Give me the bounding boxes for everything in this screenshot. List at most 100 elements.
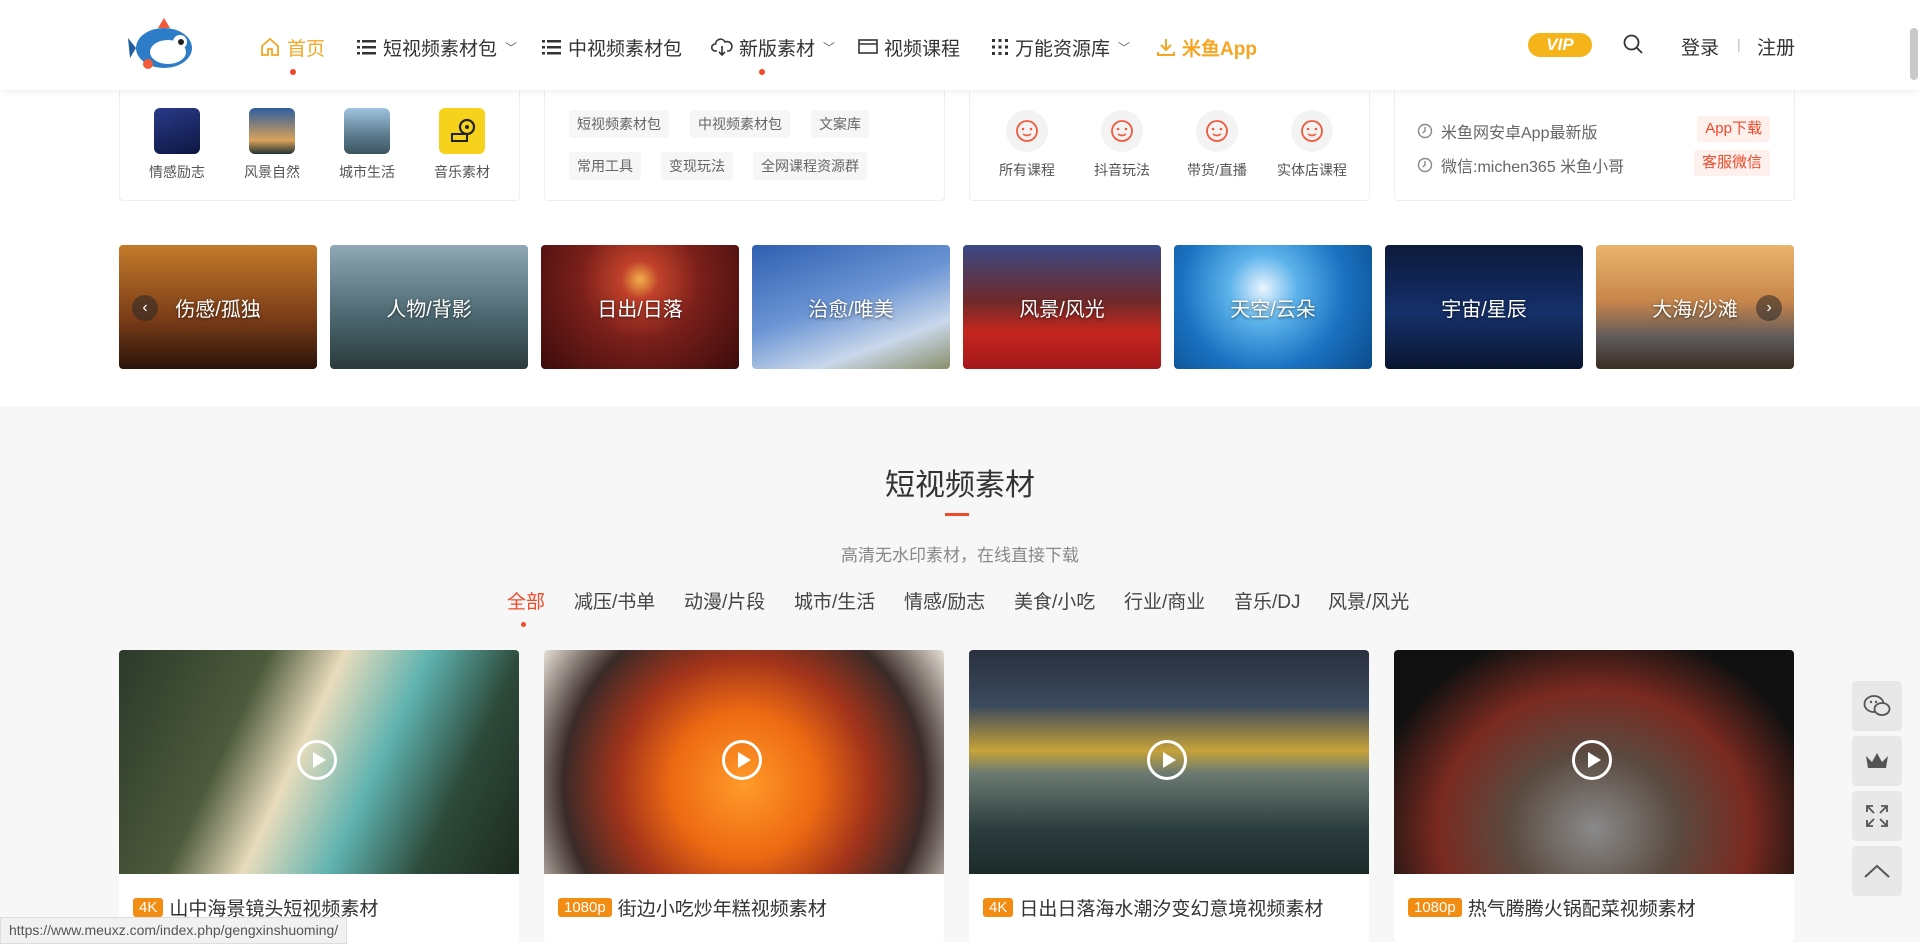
nav-video-courses[interactable]: 视频课程: [858, 32, 960, 62]
nav-new-label: 新版素材: [739, 38, 816, 60]
category-city[interactable]: 城市生活: [332, 108, 402, 182]
carousel-tile-label: 治愈/唯美: [808, 298, 894, 321]
float-wechat-button[interactable]: [1852, 681, 1902, 731]
carousel-tile[interactable]: 宇宙/星辰: [1385, 245, 1583, 369]
vip-badge[interactable]: VIP: [1528, 33, 1592, 57]
chevron-down-icon: ﹀: [823, 40, 836, 55]
course-live-label: 带货/直播: [1187, 162, 1247, 178]
carousel-tile-label: 日出/日落: [597, 298, 683, 321]
course-all[interactable]: 所有课程: [982, 110, 1072, 180]
carousel-tile[interactable]: 治愈/唯美: [752, 245, 950, 369]
tag-monetize[interactable]: 变现玩法: [661, 152, 733, 180]
chevron-down-icon: ﹀: [505, 40, 518, 55]
tag-course-group[interactable]: 全网课程资源群: [753, 152, 867, 180]
login-link[interactable]: 登录: [1681, 33, 1719, 60]
crown-icon: [1866, 753, 1888, 768]
monitor-icon: [858, 39, 878, 54]
filter-tab[interactable]: 减压/书单: [574, 587, 655, 614]
filter-active-dot: [521, 622, 526, 627]
quality-badge: 4K: [983, 898, 1014, 917]
register-link[interactable]: 注册: [1757, 33, 1795, 60]
tag-short-video-pack[interactable]: 短视频素材包: [569, 110, 669, 138]
carousel-tile[interactable]: 日出/日落: [541, 245, 739, 369]
category-emotion[interactable]: 情感励志: [142, 108, 212, 182]
filter-tab-all[interactable]: 全部: [507, 587, 545, 614]
nav-new-materials[interactable]: 新版素材 ﹀: [711, 32, 835, 62]
course-all-label: 所有课程: [999, 162, 1055, 178]
section-title: 短视频素材: [885, 469, 1035, 502]
float-fullscreen-button[interactable]: [1852, 791, 1902, 841]
category-music[interactable]: 音乐素材: [427, 108, 497, 182]
logo-fish-icon[interactable]: [128, 16, 198, 74]
clock-icon: [1417, 157, 1433, 173]
top-navbar: 首页 短视频素材包 ﹀ 中视频素材包 新版素材 ﹀ 视频课程 万能资源库 ﹀ 米…: [0, 0, 1920, 90]
filter-tab[interactable]: 行业/商业: [1124, 587, 1205, 614]
scrollbar-thumb[interactable]: [1910, 28, 1918, 80]
emotion-icon: [154, 108, 200, 154]
quality-badge: 4K: [133, 898, 164, 917]
carousel-tile-label: 天空/云朵: [1230, 298, 1316, 321]
carousel-tile[interactable]: 人物/背影: [330, 245, 528, 369]
section-title-underline: [945, 513, 969, 516]
nav-app-download[interactable]: 米鱼App: [1156, 32, 1257, 62]
video-card-title[interactable]: 1080p 热气腾腾火锅配菜视频素材: [1408, 894, 1696, 921]
filter-tab[interactable]: 动漫/片段: [684, 587, 765, 614]
filter-tab[interactable]: 美食/小吃: [1014, 587, 1095, 614]
filter-tab[interactable]: 风景/风光: [1328, 587, 1409, 614]
clock-icon: [1417, 123, 1433, 139]
play-icon[interactable]: [1147, 740, 1187, 780]
list-icon: [542, 40, 561, 55]
carousel-next-button[interactable]: ›: [1756, 295, 1782, 321]
scenery-icon: [249, 108, 295, 154]
carousel-tile[interactable]: 天空/云朵: [1174, 245, 1372, 369]
filter-tab[interactable]: 音乐/DJ: [1234, 587, 1301, 614]
float-back-to-top-button[interactable]: [1852, 846, 1902, 896]
tag-mid-video-pack[interactable]: 中视频素材包: [690, 110, 790, 138]
video-card[interactable]: 1080p 热气腾腾火锅配菜视频素材: [1394, 650, 1794, 942]
carousel-tile-label: 宇宙/星辰: [1441, 298, 1527, 321]
course-douyin[interactable]: 抖音玩法: [1077, 110, 1167, 180]
video-card-title[interactable]: 1080p 街边小吃炒年糕视频素材: [558, 894, 827, 921]
play-icon[interactable]: [297, 740, 337, 780]
play-icon[interactable]: [722, 740, 762, 780]
tag-tools[interactable]: 常用工具: [569, 152, 641, 180]
carousel-tile-label: 人物/背影: [386, 298, 472, 321]
list-icon: [357, 40, 376, 55]
music-icon: [439, 108, 485, 154]
nav-active-dot: [290, 69, 296, 75]
wechat-service-button[interactable]: 客服微信: [1693, 150, 1770, 176]
video-card-title[interactable]: 4K 日出日落海水潮汐变幻意境视频素材: [983, 894, 1323, 921]
filter-tab[interactable]: 情感/励志: [904, 587, 985, 614]
info-wechat-text: 微信:michen365 米鱼小哥: [1441, 159, 1625, 176]
nav-short-video-pack[interactable]: 短视频素材包 ﹀: [357, 32, 517, 62]
pig-face-icon: [1006, 110, 1048, 152]
app-download-button[interactable]: App下载: [1697, 116, 1770, 142]
video-card[interactable]: 4K 日出日落海水潮汐变幻意境视频素材: [969, 650, 1369, 942]
course-live[interactable]: 带货/直播: [1172, 110, 1262, 180]
play-icon[interactable]: [1572, 740, 1612, 780]
download-icon: [1157, 39, 1175, 56]
info-box: 米鱼网安卓App最新版 App下载 微信:michen365 米鱼小哥 客服微信: [1394, 88, 1795, 201]
nav-home[interactable]: 首页: [259, 32, 325, 62]
nav-resource-library[interactable]: 万能资源库 ﹀: [991, 32, 1130, 62]
category-scenery[interactable]: 风景自然: [237, 108, 307, 182]
nav-mid-video-pack[interactable]: 中视频素材包: [542, 32, 682, 62]
float-vip-button[interactable]: [1852, 736, 1902, 786]
grid-icon: [992, 39, 1008, 55]
expand-icon: [1866, 805, 1888, 827]
pig-face-icon: [1196, 110, 1238, 152]
wechat-icon: [1863, 695, 1891, 716]
category-icons-box: 情感励志 风景自然 城市生活 音乐素材: [119, 88, 520, 201]
nav-app-label: 米鱼App: [1182, 38, 1257, 60]
video-card[interactable]: 4K 山中海景镜头短视频素材: [119, 650, 519, 942]
carousel-prev-button[interactable]: ‹: [132, 295, 158, 321]
info-app-line: 米鱼网安卓App最新版: [1417, 119, 1597, 143]
search-icon[interactable]: [1623, 34, 1643, 54]
course-store-label: 实体店课程: [1277, 162, 1347, 178]
video-card[interactable]: 1080p 街边小吃炒年糕视频素材: [544, 650, 944, 942]
category-music-label: 音乐素材: [434, 164, 490, 180]
carousel-tile[interactable]: 风景/风光: [963, 245, 1161, 369]
tag-copywriting[interactable]: 文案库: [811, 110, 869, 138]
course-store[interactable]: 实体店课程: [1267, 110, 1357, 180]
filter-tab[interactable]: 城市/生活: [794, 587, 875, 614]
